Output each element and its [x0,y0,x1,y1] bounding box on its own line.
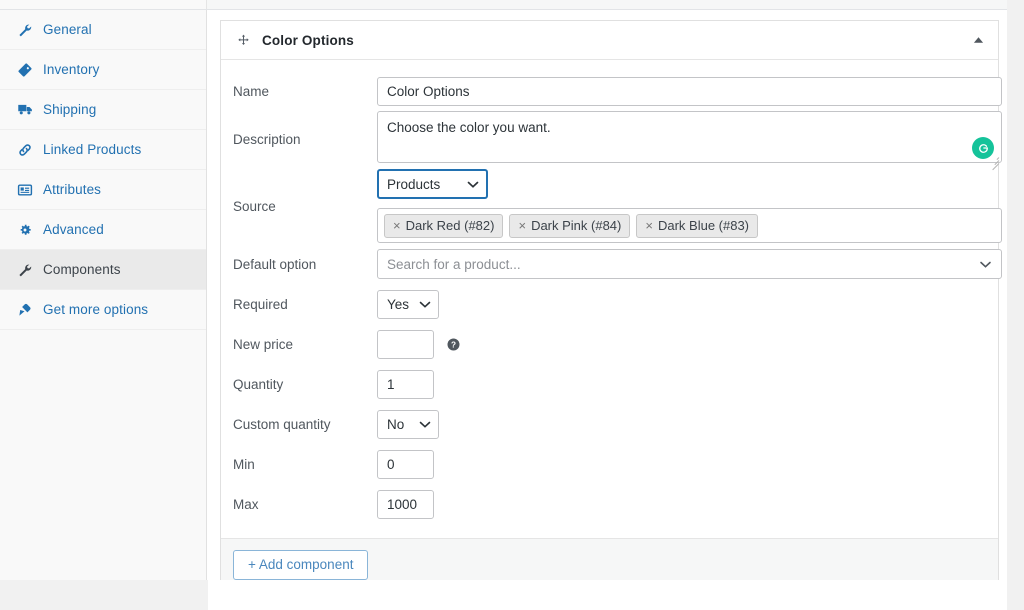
remove-token-icon[interactable]: × [645,218,653,233]
below-sidebar-area [0,580,208,610]
product-data-tabs: General Inventory Shipping Linked Produc… [0,10,207,580]
add-component-button[interactable]: + Add component [233,550,369,580]
chevron-down-icon [467,177,479,192]
product-token[interactable]: × Dark Red (#82) [384,213,504,238]
sidebar-item-advanced[interactable]: Advanced [0,210,206,250]
remove-token-icon[interactable]: × [393,218,401,233]
custom-quantity-select-value: No [387,416,405,432]
source-label: Source [233,198,276,214]
required-select-value: Yes [387,296,410,312]
gear-icon [16,221,34,239]
default-option-placeholder: Search for a product... [387,256,521,272]
source-select-value: Products [387,176,441,192]
sidebar-item-label: Shipping [43,102,97,117]
new-price-input[interactable] [377,329,434,359]
wrench-icon [16,261,34,279]
quantity-input[interactable] [377,369,434,399]
help-icon[interactable]: ? [445,336,461,352]
move-handle-icon[interactable] [235,32,251,48]
page-title: Color Options [262,32,354,48]
field-row-min: Min [221,444,998,484]
chevron-down-icon [979,257,992,272]
sidebar-item-get-more-options[interactable]: Get more options [0,290,206,330]
page-right-gutter [1007,0,1024,610]
field-row-new-price: New price ? [221,324,998,364]
source-token-box[interactable]: × Dark Red (#82) × Dark Pink (#84) × Dar… [377,208,1002,243]
sidebar-item-attributes[interactable]: Attributes [0,170,206,210]
component-form: Name Description Choose the color you wa… [221,60,1002,538]
sidebar-item-linked-products[interactable]: Linked Products [0,130,206,170]
field-row-description: Description Choose the color you want. [221,111,1002,171]
custom-quantity-label: Custom quantity [233,416,331,432]
required-select[interactable]: Yes [377,289,439,319]
sidebar-item-label: Inventory [43,62,100,77]
chevron-down-icon [419,417,431,432]
sidebar-item-label: Linked Products [43,142,142,157]
components-panel: Color Options Name Color Options Descrip… [208,10,1007,592]
field-row-source: Source Products × Dark Red (#82) × Dark … [221,168,1002,244]
product-token-label: Dark Pink (#84) [531,218,622,233]
tag-icon [16,61,34,79]
min-label: Min [233,456,255,472]
sidebar-item-general[interactable]: General [0,10,206,50]
field-row-max: Max [221,484,998,524]
default-option-select[interactable]: Search for a product... [377,249,1002,279]
top-partial-row-left [0,0,207,9]
field-row-quantity: Quantity [221,364,998,404]
component-header: Color Options [221,21,998,60]
sidebar-item-label: Attributes [43,182,102,197]
product-data-screen: General Inventory Shipping Linked Produc… [0,0,1024,610]
truck-icon [16,101,34,119]
product-token-label: Dark Blue (#83) [657,218,750,233]
sidebar-item-label: Get more options [43,302,149,317]
source-select[interactable]: Products [377,169,488,199]
sidebar-item-shipping[interactable]: Shipping [0,90,206,130]
product-token[interactable]: × Dark Blue (#83) [636,213,759,238]
textarea-resize-handle[interactable] [988,155,1000,171]
field-row-required: Required Yes [221,284,998,324]
name-label: Name [233,83,270,99]
description-label: Description [233,132,301,147]
link-icon [16,141,34,159]
default-option-label: Default option [233,256,317,272]
new-price-label: New price [233,336,294,352]
svg-text:?: ? [450,340,455,349]
caret-up-icon[interactable] [968,30,988,50]
field-row-name: Name [221,71,1002,111]
max-label: Max [233,496,259,512]
field-row-custom-quantity: Custom quantity No [221,404,998,444]
plugin-icon [16,301,34,319]
sidebar-item-components[interactable]: Components [0,250,206,290]
sidebar-item-label: Advanced [43,222,104,237]
top-partial-row [0,0,1024,10]
component-box: Color Options Name Color Options Descrip… [220,20,1002,592]
product-token[interactable]: × Dark Pink (#84) [509,213,631,238]
list-view-icon [16,181,34,199]
chevron-down-icon [419,297,431,312]
sidebar-item-label: Components [43,262,121,277]
required-label: Required [233,296,288,312]
quantity-label: Quantity [233,376,284,392]
min-input[interactable] [377,449,434,479]
custom-quantity-select[interactable]: No [377,409,439,439]
product-token-label: Dark Red (#82) [405,218,495,233]
name-input[interactable] [377,76,1002,106]
remove-token-icon[interactable]: × [518,218,526,233]
description-textarea[interactable]: Choose the color you want. [377,111,1002,163]
max-input[interactable] [377,489,434,519]
sidebar-item-inventory[interactable]: Inventory [0,50,206,90]
below-panel-area [208,580,1024,610]
field-row-default-option: Default option Search for a product... [221,244,1002,284]
wrench-icon [16,21,34,39]
sidebar-item-label: General [43,22,92,37]
product-data-panel: General Inventory Shipping Linked Produc… [0,10,1007,592]
